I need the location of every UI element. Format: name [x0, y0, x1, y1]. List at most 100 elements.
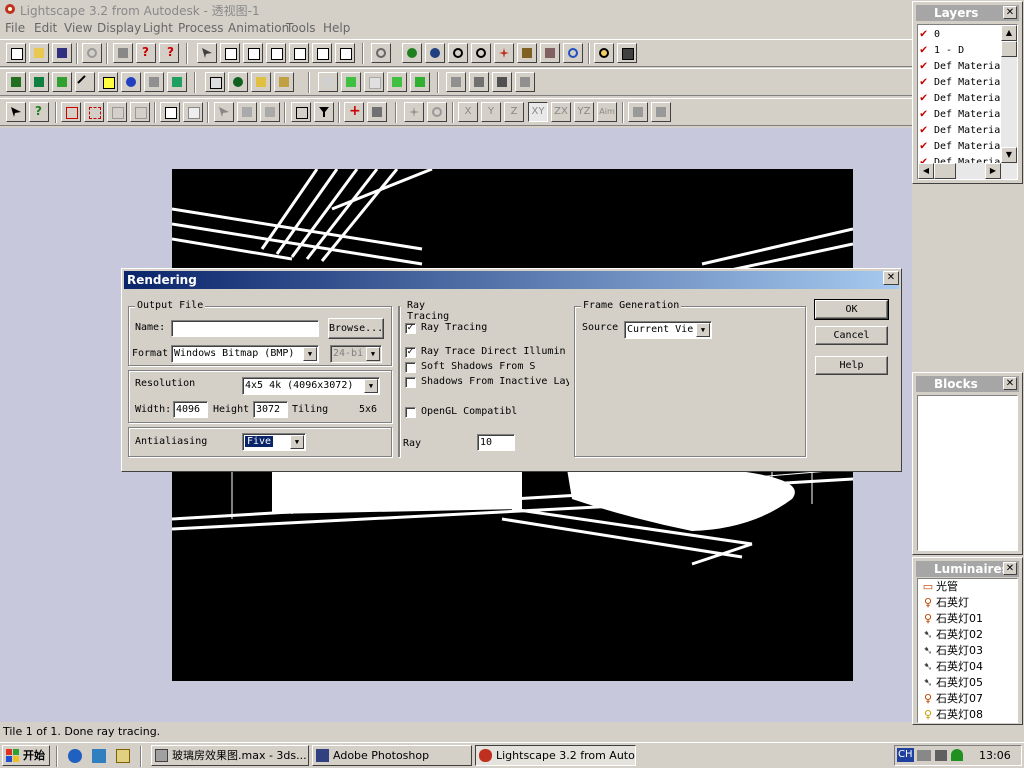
dialog-close-button[interactable]: ✕	[883, 271, 899, 285]
textured-display-button[interactable]	[29, 72, 49, 92]
copy-button[interactable]	[160, 102, 180, 122]
lightscape-app-icon[interactable]	[3, 2, 17, 16]
zoom-in-button[interactable]	[448, 43, 468, 63]
dropdown-arrow-icon[interactable]: ▼	[696, 323, 710, 337]
checker-button[interactable]	[144, 72, 164, 92]
print-button[interactable]	[113, 43, 133, 63]
ray-tracing-checkbox[interactable]: ✓	[405, 323, 416, 334]
menu-light[interactable]: Light	[143, 21, 173, 35]
luminaire-item[interactable]: ♀ 石英灯08	[920, 707, 983, 722]
menu-display[interactable]: Display	[97, 21, 141, 35]
dropdown-arrow-icon[interactable]: ▼	[290, 435, 304, 449]
browse-button[interactable]: Browse...	[328, 318, 384, 339]
luminaires-list[interactable]: ▭ 光管 ♀ 石英灯 ♀ 石英灯01 ➷ 石英灯02 ➷ 石英灯03 ➷ 石英灯04 ➷ 石英…	[917, 578, 1018, 723]
layer-display-button[interactable]	[167, 72, 187, 92]
taskbar-photoshop-button[interactable]: Adobe Photoshop	[312, 745, 472, 766]
height-input[interactable]: 3072	[253, 401, 288, 418]
ray-trace-direct-checkbox[interactable]: ✓	[405, 347, 416, 358]
ie-quicklaunch-icon[interactable]	[68, 749, 82, 763]
layers-panel-title[interactable]: Layers ✕	[916, 5, 1019, 21]
rotate-button[interactable]	[427, 102, 447, 122]
process-4-button[interactable]	[387, 72, 407, 92]
desktop-quicklaunch-icon[interactable]	[116, 749, 130, 763]
orbit-button[interactable]	[402, 43, 422, 63]
filter-2-button[interactable]	[314, 102, 334, 122]
dropdown-arrow-icon[interactable]: ▼	[303, 347, 317, 361]
checkmark-icon[interactable]: ✔	[920, 25, 934, 41]
help-button[interactable]: ?	[136, 43, 156, 63]
layers-horizontal-scrollbar[interactable]: ◀ ▶	[918, 163, 1017, 179]
ime-indicator[interactable]: CH	[897, 748, 914, 762]
blocks-close-button[interactable]: ✕	[1003, 377, 1017, 390]
width-input[interactable]: 4096	[173, 401, 208, 418]
antialiasing-select[interactable]: Five ▼	[242, 433, 306, 451]
figure-button[interactable]	[367, 102, 387, 122]
blocks-panel-button[interactable]	[228, 72, 248, 92]
edit-pointer-button[interactable]	[214, 102, 234, 122]
hscroll-thumb[interactable]	[934, 163, 956, 179]
axis-x-button[interactable]: X	[458, 102, 478, 122]
plane-zx-button[interactable]: ZX	[551, 102, 571, 122]
wireframe-display-button[interactable]	[75, 72, 95, 92]
scroll-down-icon[interactable]: ▼	[1001, 147, 1017, 163]
taskbar-lightscape-button[interactable]: Lightscape 3.2 from Auto...	[475, 745, 636, 766]
menu-tools[interactable]: Tools	[286, 21, 316, 35]
add-point-button[interactable]: +	[344, 102, 364, 122]
luminaire-item[interactable]: ♀ 石英灯	[920, 595, 969, 611]
materials-panel-button[interactable]	[251, 72, 271, 92]
ok-button[interactable]: OK	[814, 299, 889, 320]
select-pointer-button[interactable]	[197, 43, 217, 63]
luminaires-close-button[interactable]: ✕	[1003, 562, 1017, 575]
tool-a-button[interactable]	[628, 102, 648, 122]
checkmark-icon[interactable]: ✔	[920, 105, 934, 121]
plane-xy-button[interactable]: XY	[528, 102, 548, 122]
context-help-button[interactable]: ?	[159, 43, 179, 63]
luminaire-item[interactable]: ➷ 石英灯03	[920, 643, 983, 659]
layer-item[interactable]: ✔Def Materia	[920, 73, 1000, 89]
select-4-button[interactable]	[130, 102, 150, 122]
layer-item[interactable]: ✔Def Materia	[920, 89, 1000, 105]
source-select[interactable]: Current Vie ▼	[624, 321, 712, 339]
move-view-button[interactable]	[494, 43, 514, 63]
luminaires-panel-title[interactable]: Luminaires ✕	[916, 561, 1019, 577]
zoom-out-button[interactable]	[471, 43, 491, 63]
axis-y-button[interactable]: Y	[481, 102, 501, 122]
tool-b-button[interactable]	[651, 102, 671, 122]
ray-depth-input[interactable]: 10	[477, 434, 515, 451]
blocks-list[interactable]	[917, 395, 1018, 551]
render-window-button[interactable]	[617, 43, 637, 63]
outlook-quicklaunch-icon[interactable]	[92, 749, 106, 763]
cancel-button[interactable]: Cancel	[815, 326, 888, 345]
luminaire-item[interactable]: ➷ 石英灯04	[920, 659, 983, 675]
network-icon[interactable]	[935, 750, 947, 761]
scroll-up-icon[interactable]: ▲	[1001, 25, 1017, 41]
select-crossing-button[interactable]	[84, 102, 104, 122]
luminaire-item[interactable]: ➷ 石英灯05	[920, 675, 983, 691]
resolution-select[interactable]: 4x5 4k (4096x3072) ▼	[242, 377, 380, 395]
plane-yz-button[interactable]: YZ	[574, 102, 594, 122]
luminaire-item[interactable]: ▭ 光管	[920, 579, 958, 595]
layer-item[interactable]: ✔Def Materia	[920, 105, 1000, 121]
layer-item[interactable]: ✔ 1 - D	[920, 41, 964, 57]
save-file-button[interactable]	[52, 43, 72, 63]
layers-panel-button[interactable]	[205, 72, 225, 92]
edit-2-button[interactable]	[237, 102, 257, 122]
move-button[interactable]	[404, 102, 424, 122]
output-name-input[interactable]	[171, 320, 319, 337]
select-3-button[interactable]	[107, 102, 127, 122]
checkmark-icon[interactable]: ✔	[920, 89, 934, 105]
undo-button[interactable]	[82, 43, 102, 63]
paste-button[interactable]	[183, 102, 203, 122]
luminaire-item[interactable]: ♀ 石英灯01	[920, 611, 983, 627]
edit-3-button[interactable]	[260, 102, 280, 122]
layers-close-button[interactable]: ✕	[1003, 6, 1017, 19]
select-window-button[interactable]	[61, 102, 81, 122]
luminaire-item[interactable]: ➷ 石英灯02	[920, 627, 983, 643]
help-dialog-button[interactable]: Help	[815, 356, 888, 375]
menu-process[interactable]: Process	[178, 21, 224, 35]
walk-button[interactable]	[517, 43, 537, 63]
aim-button[interactable]: Aim	[597, 102, 617, 122]
checkmark-icon[interactable]: ✔	[920, 121, 934, 137]
walk-figure-2-button[interactable]	[469, 72, 489, 92]
cube-view-6-button[interactable]	[335, 43, 355, 63]
